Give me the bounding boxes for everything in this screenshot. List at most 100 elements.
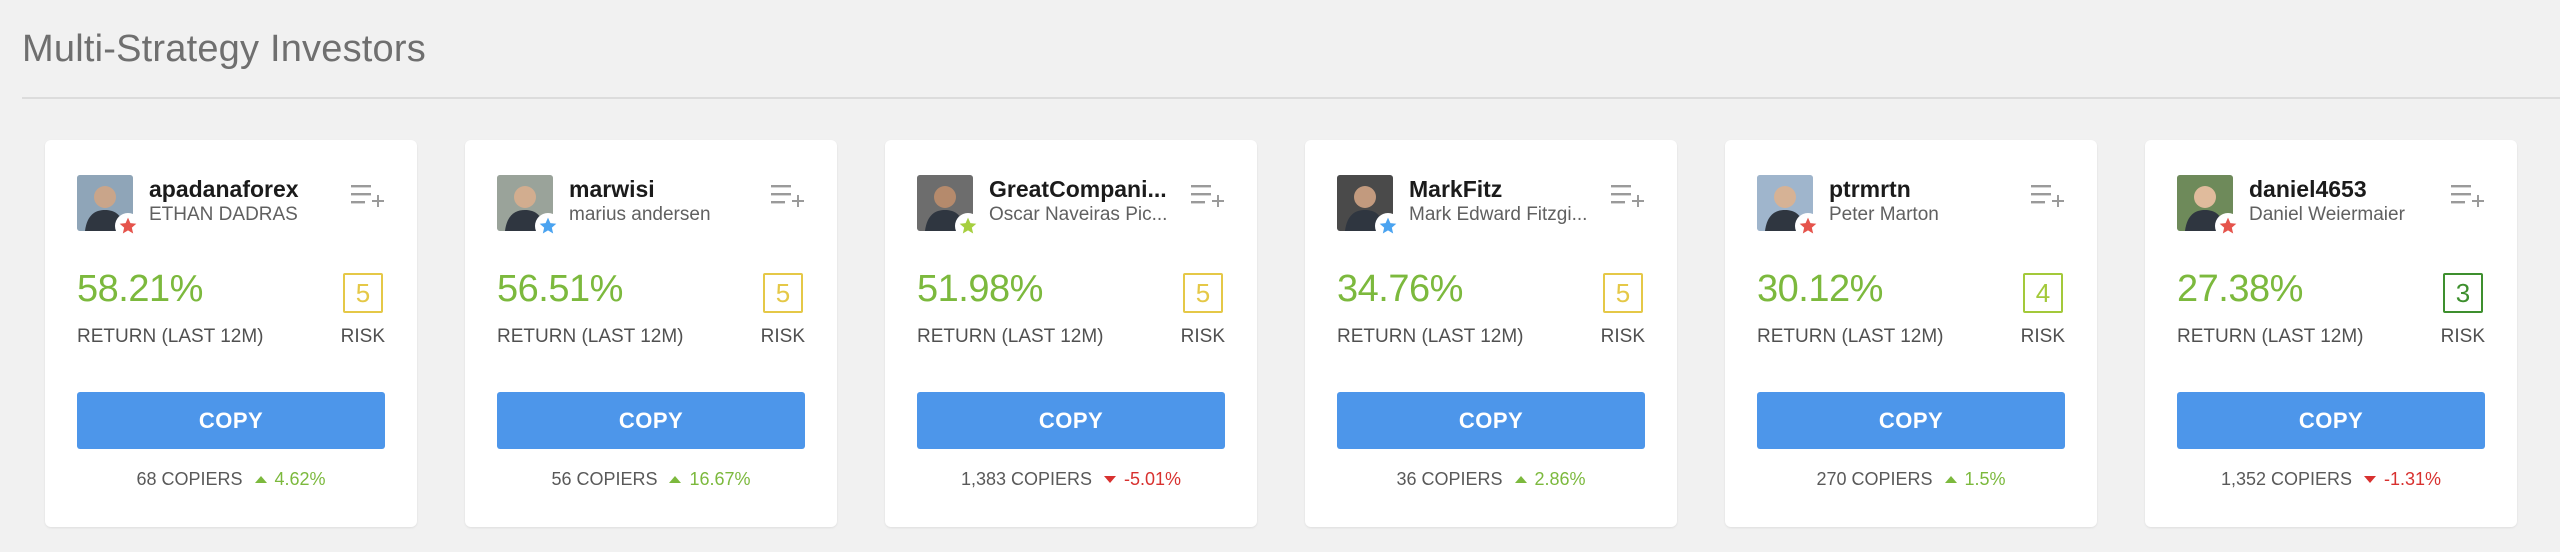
investor-full-name: Daniel Weiermaier bbox=[2249, 204, 2405, 225]
investor-username[interactable]: marwisi bbox=[569, 176, 769, 203]
return-value: 58.21% bbox=[77, 268, 203, 310]
risk-score-badge: 5 bbox=[1183, 273, 1223, 313]
copiers-row: 1,383 COPIERS -5.01% bbox=[885, 469, 1257, 490]
add-to-watchlist-icon[interactable] bbox=[351, 182, 387, 208]
copiers-count: 1,383 COPIERS bbox=[960, 469, 1092, 489]
risk-score-badge: 5 bbox=[343, 273, 383, 313]
copiers-row: 36 COPIERS 2.86% bbox=[1305, 469, 1677, 490]
add-to-watchlist-icon[interactable] bbox=[2451, 182, 2487, 208]
risk-score-badge: 5 bbox=[763, 273, 803, 313]
investor-card[interactable]: GreatCompani... Oscar Naveiras Pic... 51… bbox=[885, 140, 1257, 527]
copiers-change: 1.5% bbox=[1944, 469, 2006, 490]
copy-button[interactable]: COPY bbox=[1757, 392, 2065, 449]
copiers-row: 68 COPIERS 4.62% bbox=[45, 469, 417, 490]
copiers-change: -5.01% bbox=[1104, 469, 1181, 490]
risk-label: RISK bbox=[2020, 326, 2065, 347]
copy-button[interactable]: COPY bbox=[77, 392, 385, 449]
return-value: 30.12% bbox=[1757, 268, 1883, 310]
investor-username[interactable]: apadanaforex bbox=[149, 176, 349, 203]
star-badge-icon bbox=[1375, 213, 1401, 239]
investor-cards: apadanaforex ETHAN DADRAS 58.21% RETURN … bbox=[45, 140, 2517, 527]
avatar[interactable] bbox=[1337, 175, 1401, 239]
investor-full-name: Oscar Naveiras Pic... bbox=[989, 204, 1168, 225]
trend-arrow-icon bbox=[1944, 476, 1957, 483]
risk-label: RISK bbox=[340, 326, 385, 347]
investor-card[interactable]: ptrmrtn Peter Marton 30.12% RETURN (LAST… bbox=[1725, 140, 2097, 527]
add-to-watchlist-icon[interactable] bbox=[771, 182, 807, 208]
star-badge-icon bbox=[535, 213, 561, 239]
risk-label: RISK bbox=[760, 326, 805, 347]
avatar[interactable] bbox=[917, 175, 981, 239]
avatar[interactable] bbox=[1757, 175, 1821, 239]
copiers-change-value: 16.67% bbox=[689, 469, 751, 489]
investor-username[interactable]: GreatCompani... bbox=[989, 176, 1189, 203]
investor-full-name: Mark Edward Fitzgi... bbox=[1409, 204, 1588, 225]
copiers-count: 36 COPIERS bbox=[1396, 469, 1503, 489]
trend-arrow-icon bbox=[1514, 476, 1527, 483]
section-divider bbox=[22, 97, 2560, 99]
risk-score-badge: 3 bbox=[2443, 273, 2483, 313]
star-badge-icon bbox=[2215, 213, 2241, 239]
copiers-count: 68 COPIERS bbox=[136, 469, 243, 489]
investor-full-name: ETHAN DADRAS bbox=[149, 204, 298, 225]
investor-card[interactable]: MarkFitz Mark Edward Fitzgi... 34.76% RE… bbox=[1305, 140, 1677, 527]
return-label: RETURN (LAST 12M) bbox=[917, 326, 1104, 347]
add-to-watchlist-icon[interactable] bbox=[1191, 182, 1227, 208]
investor-username[interactable]: MarkFitz bbox=[1409, 176, 1609, 203]
star-badge-icon bbox=[115, 213, 141, 239]
investor-full-name: marius andersen bbox=[569, 204, 711, 225]
investor-username[interactable]: daniel4653 bbox=[2249, 176, 2449, 203]
multi-strategy-page: Multi-Strategy Investors apadanaforex ET… bbox=[0, 0, 2560, 552]
return-value: 27.38% bbox=[2177, 268, 2303, 310]
copiers-change-value: -1.31% bbox=[2384, 469, 2442, 489]
trend-arrow-icon bbox=[254, 476, 267, 483]
risk-score-badge: 5 bbox=[1603, 273, 1643, 313]
return-value: 51.98% bbox=[917, 268, 1043, 310]
avatar[interactable] bbox=[77, 175, 141, 239]
copiers-change: 2.86% bbox=[1514, 469, 1586, 490]
copiers-count: 56 COPIERS bbox=[551, 469, 658, 489]
investor-card[interactable]: daniel4653 Daniel Weiermaier 27.38% RETU… bbox=[2145, 140, 2517, 527]
risk-label: RISK bbox=[2440, 326, 2485, 347]
copiers-count: 270 COPIERS bbox=[1816, 469, 1933, 489]
copiers-change-value: 4.62% bbox=[274, 469, 326, 489]
copiers-row: 56 COPIERS 16.67% bbox=[465, 469, 837, 490]
return-label: RETURN (LAST 12M) bbox=[1757, 326, 1944, 347]
risk-label: RISK bbox=[1600, 326, 1645, 347]
copiers-count: 1,352 COPIERS bbox=[2220, 469, 2352, 489]
copy-button[interactable]: COPY bbox=[497, 392, 805, 449]
copiers-change-value: -5.01% bbox=[1124, 469, 1182, 489]
investor-username[interactable]: ptrmrtn bbox=[1829, 176, 2029, 203]
copiers-change: -1.31% bbox=[2364, 469, 2441, 490]
copiers-change: 4.62% bbox=[254, 469, 326, 490]
return-label: RETURN (LAST 12M) bbox=[497, 326, 684, 347]
star-badge-icon bbox=[955, 213, 981, 239]
avatar[interactable] bbox=[497, 175, 561, 239]
trend-arrow-icon bbox=[1104, 476, 1116, 483]
copiers-row: 270 COPIERS 1.5% bbox=[1725, 469, 2097, 490]
investor-card[interactable]: marwisi marius andersen 56.51% RETURN (L… bbox=[465, 140, 837, 527]
copiers-change-value: 2.86% bbox=[1534, 469, 1586, 489]
return-value: 56.51% bbox=[497, 268, 623, 310]
investor-full-name: Peter Marton bbox=[1829, 204, 1939, 225]
copiers-change: 16.67% bbox=[669, 469, 751, 490]
risk-label: RISK bbox=[1180, 326, 1225, 347]
add-to-watchlist-icon[interactable] bbox=[2031, 182, 2067, 208]
copy-button[interactable]: COPY bbox=[1337, 392, 1645, 449]
return-label: RETURN (LAST 12M) bbox=[77, 326, 264, 347]
risk-score-badge: 4 bbox=[2023, 273, 2063, 313]
star-badge-icon bbox=[1795, 213, 1821, 239]
copiers-row: 1,352 COPIERS -1.31% bbox=[2145, 469, 2517, 490]
avatar[interactable] bbox=[2177, 175, 2241, 239]
copiers-change-value: 1.5% bbox=[1964, 469, 2006, 489]
investor-card[interactable]: apadanaforex ETHAN DADRAS 58.21% RETURN … bbox=[45, 140, 417, 527]
return-label: RETURN (LAST 12M) bbox=[2177, 326, 2364, 347]
copy-button[interactable]: COPY bbox=[2177, 392, 2485, 449]
add-to-watchlist-icon[interactable] bbox=[1611, 182, 1647, 208]
section-title: Multi-Strategy Investors bbox=[22, 28, 426, 70]
trend-arrow-icon bbox=[669, 476, 682, 483]
trend-arrow-icon bbox=[2364, 476, 2376, 483]
return-label: RETURN (LAST 12M) bbox=[1337, 326, 1524, 347]
copy-button[interactable]: COPY bbox=[917, 392, 1225, 449]
return-value: 34.76% bbox=[1337, 268, 1463, 310]
